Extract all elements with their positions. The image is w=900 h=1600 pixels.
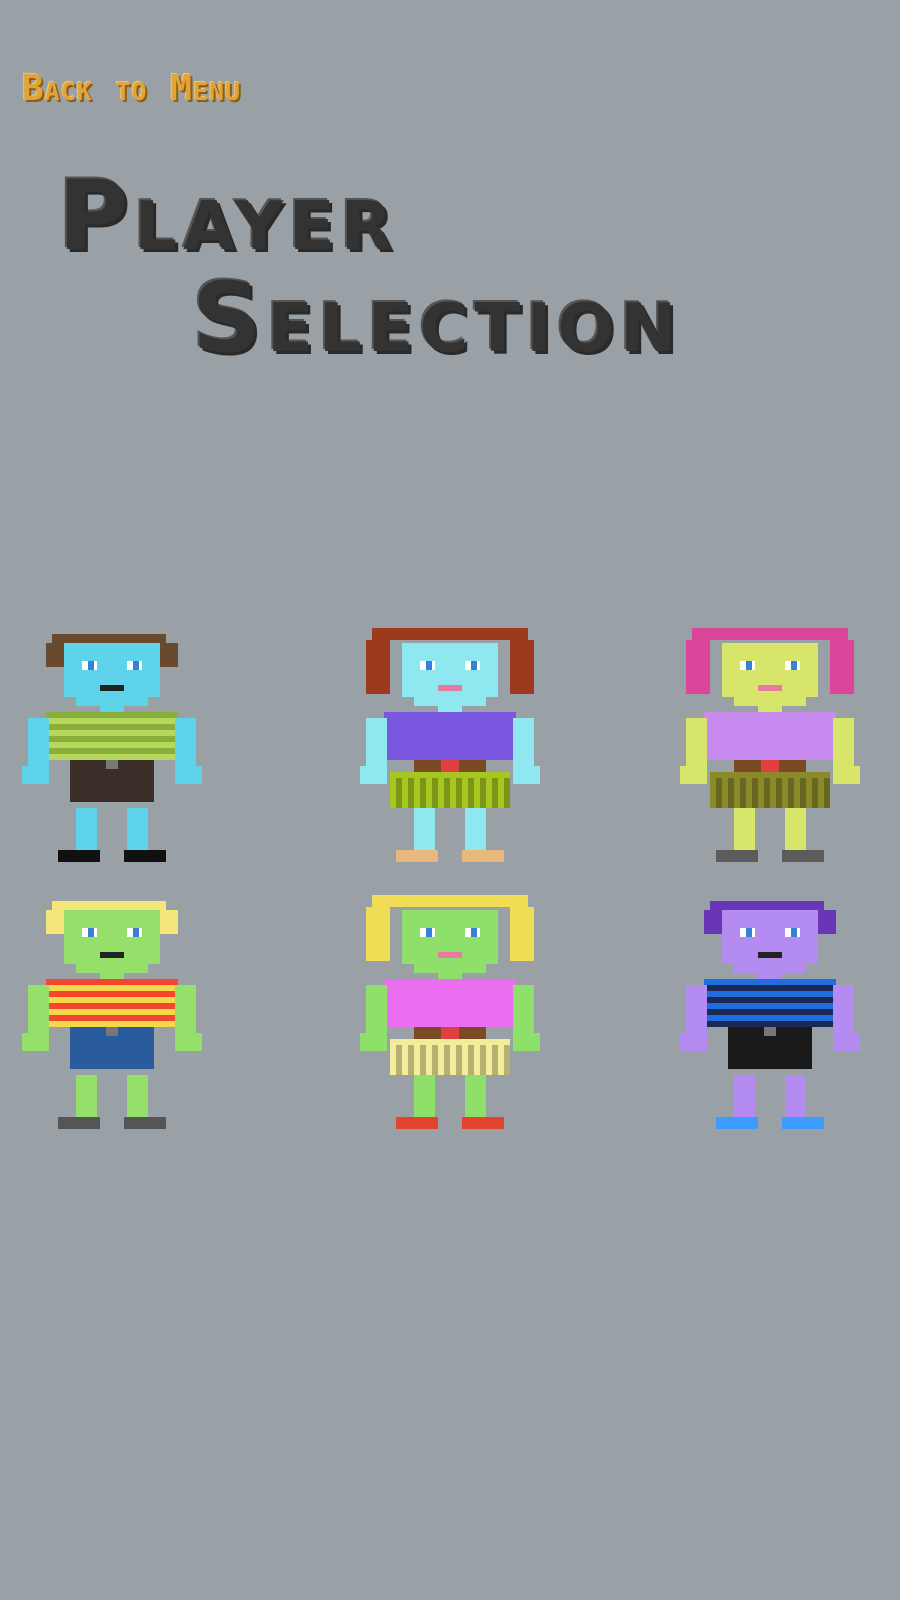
character-grid bbox=[0, 0, 900, 1600]
character-sprite-4 bbox=[22, 901, 202, 1129]
character-sprite-2 bbox=[360, 628, 540, 862]
character-sprite-3 bbox=[680, 628, 860, 862]
character-sprite-6 bbox=[680, 901, 860, 1129]
character-sprite-5 bbox=[360, 895, 540, 1129]
character-5[interactable] bbox=[360, 895, 540, 1135]
character-1[interactable] bbox=[22, 628, 202, 868]
character-3[interactable] bbox=[680, 628, 860, 868]
character-6[interactable] bbox=[680, 895, 860, 1135]
character-4[interactable] bbox=[22, 895, 202, 1135]
character-2[interactable] bbox=[360, 628, 540, 868]
character-sprite-1 bbox=[22, 634, 202, 862]
